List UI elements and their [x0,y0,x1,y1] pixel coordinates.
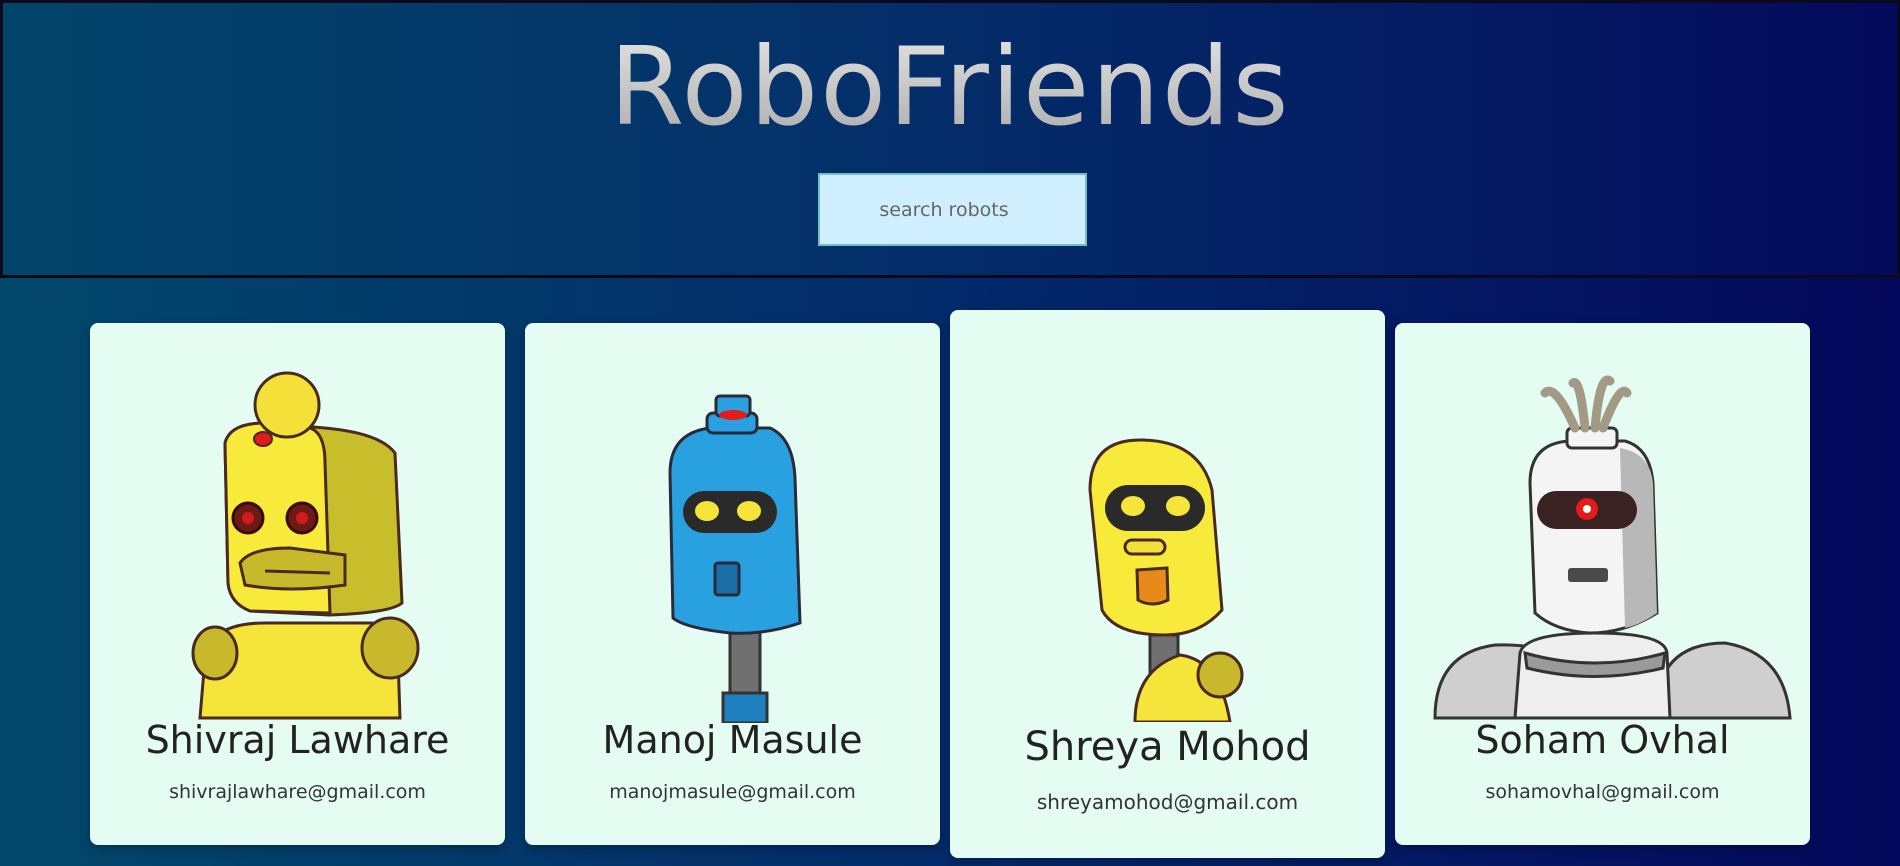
robot-card[interactable]: Shreya Mohod shreyamohod@gmail.com [950,310,1385,858]
robot-card[interactable]: Shivraj Lawhare shivrajlawhare@gmail.com [90,323,505,845]
robot-email: sohamovhal@gmail.com [1485,781,1720,803]
yellow-robot-icon [1088,438,1244,722]
blue-robot-icon [668,394,802,723]
app-title: RoboFriends [3,23,1897,153]
robot-name: Soham Ovhal [1475,718,1730,762]
robot-name: Shivraj Lawhare [145,718,450,762]
robot-name: Shreya Mohod [1024,724,1311,770]
robot-card[interactable]: Manoj Masule manojmasule@gmail.com [525,323,940,845]
app-header: RoboFriends [0,0,1900,278]
search-input[interactable] [818,173,1087,246]
robot-email: shreyamohod@gmail.com [1036,790,1299,814]
robot-name: Manoj Masule [602,718,863,762]
robot-email: shivrajlawhare@gmail.com [169,781,426,803]
robot-card[interactable]: Soham Ovhal sohamovhal@gmail.com [1395,323,1810,845]
white-robot-icon [1433,375,1792,720]
yellow-robot-icon [191,371,420,720]
robot-email: manojmasule@gmail.com [609,781,856,803]
